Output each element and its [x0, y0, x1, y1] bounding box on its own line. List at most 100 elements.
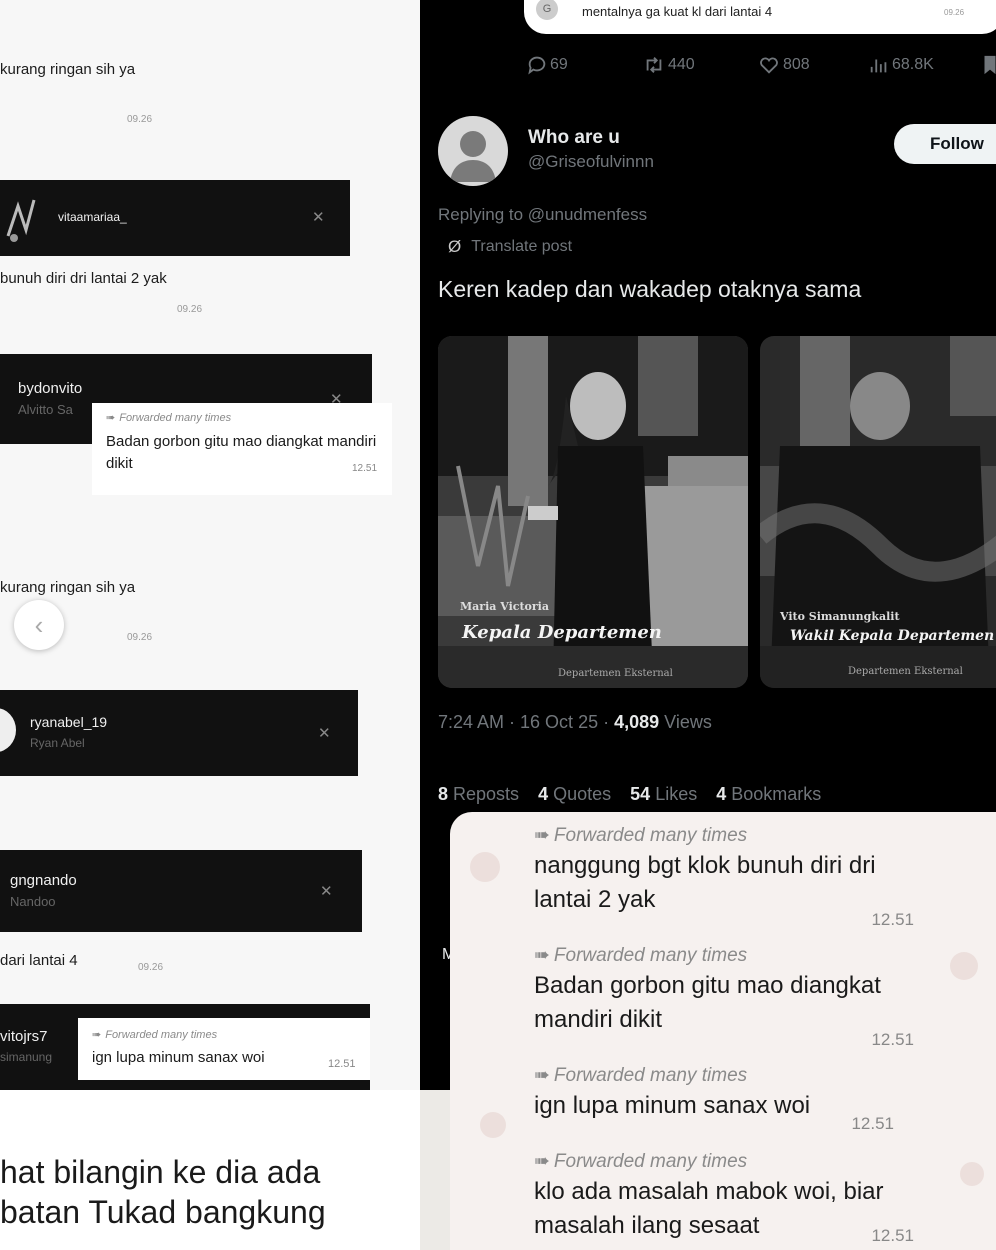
avatar — [0, 708, 16, 752]
wallpaper-flower — [480, 1112, 506, 1138]
forwarded-message: ➠ Forwarded many times ign lupa minum san… — [78, 1018, 370, 1080]
replying-to[interactable]: Replying to @unudmenfess — [438, 205, 647, 225]
forwarded-text: Badan gorbon gitu mao diangkat mandiri d… — [534, 972, 881, 1033]
forward-icon: ➠ — [534, 1151, 550, 1172]
forwarded-label: ➠ Forwarded many times — [534, 825, 748, 846]
photo-kepala-departemen[interactable]: Maria Victoria Kepala Departemen Departe… — [438, 336, 748, 688]
forwarded-label: ➠ Forwarded many times — [534, 1151, 748, 1172]
views-icon — [870, 59, 887, 73]
chat-message: dari lantai 4 — [0, 952, 78, 969]
dm-display-name: Ryan Abel — [30, 736, 85, 750]
close-icon[interactable]: ✕ — [312, 208, 325, 226]
forwarded-message: ➠ Forwarded many times Badan gorbon gitu … — [534, 944, 924, 1054]
post-text: Keren kadep dan wakadep otaknya sama — [438, 276, 862, 302]
dm-display-name: Nandoo — [10, 894, 56, 909]
reply-icon — [528, 56, 546, 75]
dm-username: ryanabel_19 — [30, 714, 108, 730]
views-button[interactable]: 68.8K — [868, 54, 934, 76]
default-avatar-icon — [450, 131, 496, 182]
forwarded-message: ➠ Forwarded many times klo ada masalah ma… — [534, 1150, 924, 1250]
message-time: 12.51 — [871, 1030, 914, 1049]
views-label: Views — [659, 712, 712, 732]
forwarded-text: ign lupa minum sanax woi — [92, 1049, 265, 1066]
wallpaper-flower — [470, 852, 500, 882]
message-time: 09.26 — [138, 962, 164, 973]
profile-image — [6, 199, 36, 242]
follow-button[interactable]: Follow — [894, 124, 996, 164]
translate-icon: Ø — [448, 237, 462, 256]
post-timestamp: 7:24 AM · 16 Oct 25 · 4,089 Views — [438, 712, 712, 733]
quoted-text: mentalnya ga kuat kl dari lantai 4 — [582, 4, 773, 19]
wallpaper-flower — [960, 1162, 984, 1186]
dm-display-name: simanung — [0, 1050, 53, 1064]
dm-username: gngnando — [10, 872, 77, 889]
dm-username: vitaamariaa_ — [58, 210, 127, 224]
avatar: G — [536, 0, 558, 20]
chat-message: hat bilangin ke dia ada — [0, 1154, 321, 1190]
photo-dept-caption: Departemen Eksternal — [558, 668, 673, 679]
photo-name-caption: Vito Simanungkalit — [780, 610, 900, 623]
reply-button[interactable]: 69 — [526, 54, 568, 76]
like-count: 808 — [783, 56, 810, 73]
chat-message: kurang ringan sih ya — [0, 579, 136, 596]
photo-wakil-kepala-departemen[interactable]: Vito Simanungkalit Wakil Kepala Departem… — [760, 336, 996, 688]
stat-likes[interactable]: 54 Likes — [630, 784, 711, 804]
dm-header-bar: vitaamariaa_ ✕ — [0, 180, 350, 256]
stat-reposts[interactable]: 8 Reposts — [438, 784, 533, 804]
dm-username: bydonvito — [18, 380, 83, 397]
reply-count: 69 — [550, 56, 568, 73]
translate-post-link[interactable]: Ø Translate post — [448, 237, 572, 257]
close-icon[interactable]: ✕ — [320, 882, 333, 900]
wallpaper-flower — [950, 952, 978, 980]
forwarded-label: ➠ Forwarded many times — [534, 945, 748, 966]
forwarded-messages-panel: ➠ Forwarded many times nanggung bgt klok … — [450, 812, 996, 1250]
forwarded-text: klo ada masalah mabok woi, biar masalah … — [534, 1178, 884, 1239]
forward-icon: ➠ — [106, 412, 116, 424]
views-count: 68.8K — [892, 56, 934, 73]
stat-bookmarks[interactable]: 4 Bookmarks — [716, 784, 835, 804]
forward-icon: ➠ — [92, 1029, 102, 1041]
forward-icon: ➠ — [534, 1065, 550, 1086]
display-name[interactable]: Who are u — [528, 127, 620, 149]
chat-message: bunuh diri dri lantai 2 yak — [0, 270, 167, 287]
close-icon[interactable]: ✕ — [318, 724, 331, 742]
message-time: 12.51 — [328, 1058, 356, 1070]
post-media[interactable]: Maria Victoria Kepala Departemen Departe… — [438, 336, 996, 688]
repost-button[interactable]: 440 — [642, 54, 695, 76]
avatar[interactable] — [438, 116, 508, 186]
photo-name-caption: Maria Victoria — [460, 600, 549, 613]
chat-message: batan Tukad bangkung — [0, 1194, 326, 1230]
message-time: 09.26 — [127, 632, 153, 643]
chat-message: kurang ringan sih ya — [0, 61, 136, 78]
message-time: 12.51 — [851, 1114, 894, 1133]
dm-display-name: Alvitto Sa — [18, 402, 73, 417]
heart-icon — [760, 57, 778, 74]
repost-count: 440 — [668, 56, 695, 73]
photo-title-caption: Kepala Departemen — [462, 622, 662, 643]
forwarded-text: nanggung bgt klok bunuh diri dri lantai … — [534, 852, 876, 913]
stat-quotes[interactable]: 4 Quotes — [538, 784, 625, 804]
translate-label: Translate post — [471, 238, 573, 255]
quoted-post[interactable]: G mentalnya ga kuat kl dari lantai 4 09.… — [524, 0, 996, 34]
bookmark-icon — [984, 55, 996, 75]
bookmark-button[interactable] — [982, 54, 996, 76]
bottom-chat-fragment: hat bilangin ke dia ada batan Tukad bang… — [0, 1090, 420, 1250]
chevron-left-icon: ‹ — [34, 609, 44, 640]
carousel-prev-button[interactable]: ‹ — [14, 600, 64, 650]
dm-header-bar: gngnando Nandoo ✕ — [0, 850, 362, 932]
message-time: 12.51 — [352, 463, 378, 474]
quoted-time: 09.26 — [944, 8, 965, 17]
message-time: 12.51 — [871, 910, 914, 929]
views-count: 4,089 — [614, 712, 660, 732]
dm-username: vitojrs7 — [0, 1028, 48, 1045]
forwarded-message: ➠ Forwarded many times ign lupa minum san… — [534, 1064, 924, 1138]
forward-icon: ➠ — [534, 825, 550, 846]
message-time: 09.26 — [127, 114, 153, 125]
dm-header-bar: ryanabel_19 Ryan Abel ✕ — [0, 690, 358, 776]
like-button[interactable]: 808 — [757, 54, 810, 76]
user-handle[interactable]: @Griseofulvinnn — [528, 152, 654, 172]
forward-icon: ➠ — [534, 945, 550, 966]
post-time: 7:24 AM · 16 Oct 25 · — [438, 712, 615, 732]
forwarded-message: ➠ Forwarded many times nanggung bgt klok … — [534, 824, 924, 934]
message-time: 12.51 — [871, 1226, 914, 1245]
